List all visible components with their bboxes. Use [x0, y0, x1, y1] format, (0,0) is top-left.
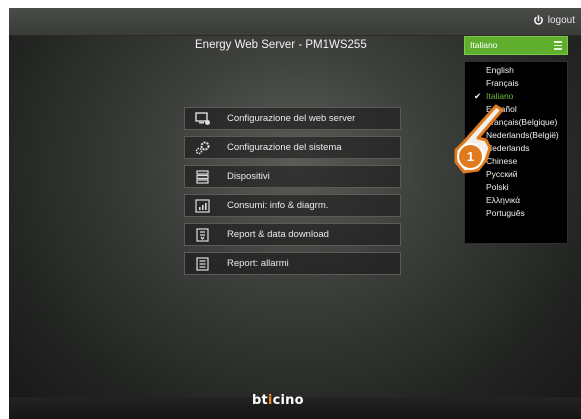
main-menu: Configurazione del web server Configuraz…	[184, 107, 401, 281]
menu-item-label: Report & data download	[227, 229, 329, 240]
language-option[interactable]: Français	[465, 77, 567, 90]
language-selected-value: Italiano	[470, 40, 498, 50]
menu-item-label: Report: allarmi	[227, 258, 289, 269]
step-badge: 1	[457, 143, 484, 170]
consumption-chart-icon	[195, 198, 211, 213]
logout-button[interactable]: logout	[533, 15, 575, 26]
alarm-report-icon	[195, 256, 211, 271]
language-option[interactable]: Português	[465, 207, 567, 220]
menu-item-label: Configurazione del web server	[227, 113, 356, 124]
menu-item-alarm-report[interactable]: Report: allarmi	[184, 252, 401, 275]
menu-item-label: Configurazione del sistema	[227, 142, 342, 153]
language-option[interactable]: Polski	[465, 181, 567, 194]
system-config-icon	[195, 141, 211, 155]
menu-item-consumption[interactable]: Consumi: info & diagrm.	[184, 194, 401, 217]
menu-item-web-server-config[interactable]: Configurazione del web server	[184, 107, 401, 130]
page-title: Energy Web Server - PM1WS255	[195, 39, 367, 51]
menu-item-devices[interactable]: Dispositivi	[184, 165, 401, 188]
hamburger-icon	[554, 41, 562, 50]
devices-icon	[195, 169, 211, 184]
menu-item-label: Dispositivi	[227, 171, 270, 182]
language-option[interactable]: English	[465, 64, 567, 77]
menu-item-system-config[interactable]: Configurazione del sistema	[184, 136, 401, 159]
report-download-icon	[195, 227, 211, 242]
logout-label: logout	[547, 15, 575, 26]
power-icon	[533, 15, 543, 25]
menu-item-report-download[interactable]: Report & data download	[184, 223, 401, 246]
language-option[interactable]: Ελληνικά	[465, 194, 567, 207]
bticino-logo: bticino	[252, 393, 304, 408]
menu-item-label: Consumi: info & diagrm.	[227, 200, 329, 211]
language-select[interactable]: Italiano	[464, 36, 568, 55]
web-server-config-icon	[195, 111, 211, 126]
top-bar: logout	[9, 8, 581, 36]
